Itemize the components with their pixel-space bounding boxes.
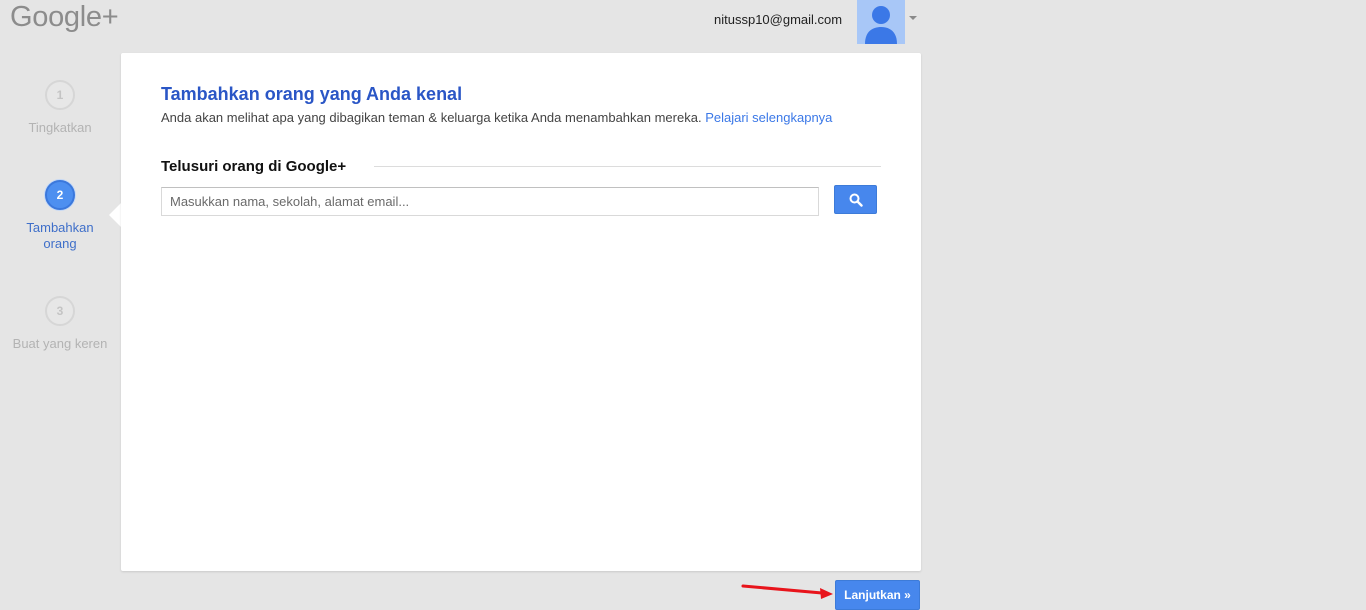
caret-down-icon[interactable] [909,16,917,20]
account-email[interactable]: nitussp10@gmail.com [714,12,842,28]
step-add-people[interactable]: 2 Tambahkan orang [0,180,120,252]
description-text: Anda akan melihat apa yang dibagikan tem… [161,110,702,125]
learn-more-link[interactable]: Pelajari selengkapnya [705,110,832,125]
continue-button[interactable]: Lanjutkan » [835,580,920,610]
search-section-title: Telusuri orang di Google+ [161,158,347,175]
step-label: Tingkatkan [28,120,92,135]
page: Google+ nitussp10@gmail.com 1 Tingkatkan… [0,0,1366,610]
person-avatar-icon[interactable] [857,0,905,44]
search-icon [849,193,863,207]
step-number: 1 [45,80,75,110]
step-make-awesome[interactable]: 3 Buat yang keren [0,296,120,352]
step-label: Buat yang keren [12,336,108,351]
people-search-input[interactable] [161,187,819,216]
add-people-card: Tambahkan orang yang Anda kenal Anda aka… [121,53,921,571]
card-description: Anda akan melihat apa yang dibagikan tem… [161,110,832,126]
step-number: 3 [45,296,75,326]
step-number: 2 [45,180,75,210]
red-arrow-annotation [741,584,833,599]
divider [374,166,881,167]
card-pointer [109,203,121,227]
search-button[interactable] [834,185,877,214]
card-title: Tambahkan orang yang Anda kenal [161,84,463,104]
step-upgrade[interactable]: 1 Tingkatkan [0,80,120,136]
google-plus-logo[interactable]: Google+ [10,0,119,34]
step-label: Tambahkan orang [26,220,94,251]
